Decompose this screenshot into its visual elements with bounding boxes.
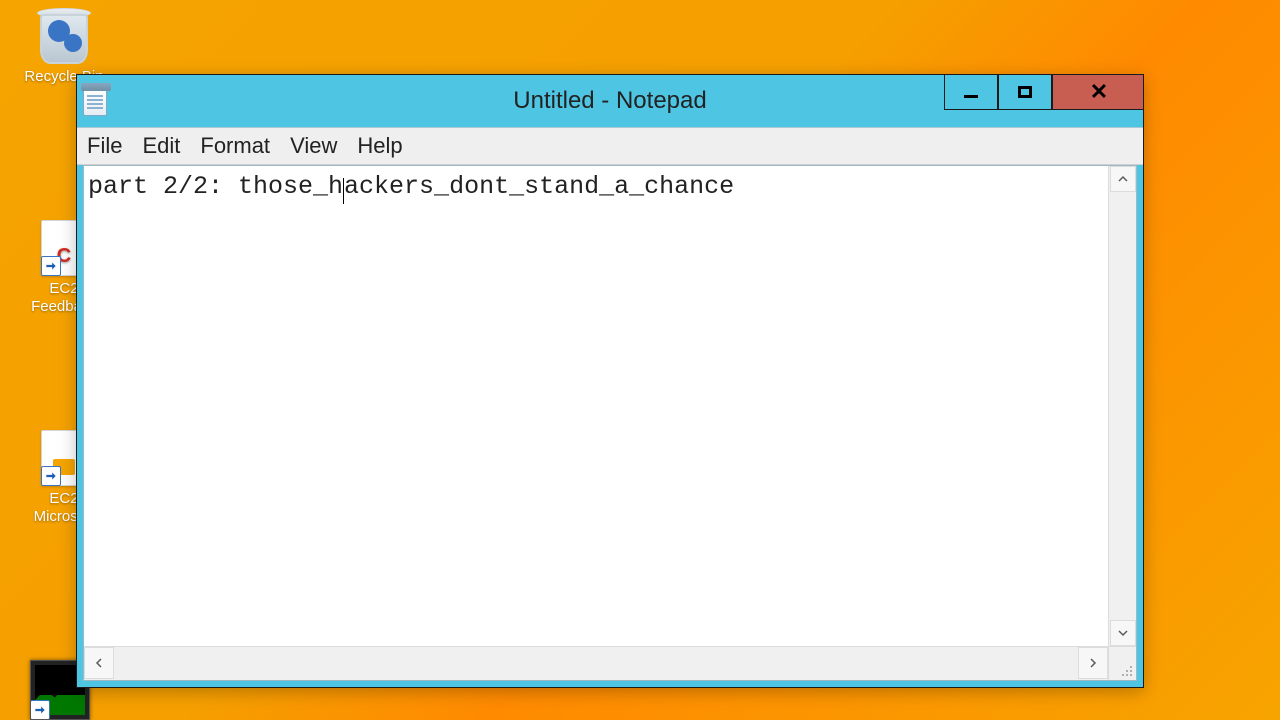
editor-text-after-caret: ackers_dont_stand_a_chance xyxy=(344,172,734,201)
menu-view[interactable]: View xyxy=(286,131,341,161)
menu-file[interactable]: File xyxy=(83,131,126,161)
maximize-icon xyxy=(1018,86,1032,98)
scroll-up-button[interactable] xyxy=(1110,166,1136,192)
titlebar[interactable]: Untitled - Notepad ✕ xyxy=(77,75,1143,127)
menu-edit[interactable]: Edit xyxy=(138,131,184,161)
close-button[interactable]: ✕ xyxy=(1052,74,1144,110)
chevron-left-icon xyxy=(94,658,104,668)
notepad-app-icon xyxy=(83,88,107,116)
minimize-icon xyxy=(964,95,978,98)
scroll-right-button[interactable] xyxy=(1078,647,1108,679)
notepad-window: Untitled - Notepad ✕ File Edit Format Vi… xyxy=(76,74,1144,688)
menubar: File Edit Format View Help xyxy=(77,127,1143,165)
chevron-right-icon xyxy=(1088,658,1098,668)
horizontal-scrollbar[interactable] xyxy=(84,646,1136,680)
desktop-background: Recycle Bin C EC2 Feedback EC2 Microsoft xyxy=(0,0,1280,720)
shortcut-arrow-icon xyxy=(41,466,61,486)
scroll-track[interactable] xyxy=(114,647,1078,680)
shortcut-arrow-icon xyxy=(41,256,61,276)
editor-text-before-caret: part 2/2: those_h xyxy=(88,172,343,201)
window-controls: ✕ xyxy=(944,74,1144,110)
shortcut-arrow-icon xyxy=(30,700,50,720)
scroll-left-button[interactable] xyxy=(84,647,114,679)
resize-grip[interactable] xyxy=(1108,647,1136,680)
chevron-down-icon xyxy=(1118,628,1128,638)
chevron-up-icon xyxy=(1118,174,1128,184)
menu-help[interactable]: Help xyxy=(353,131,406,161)
minimize-button[interactable] xyxy=(944,74,998,110)
close-icon: ✕ xyxy=(1090,79,1106,105)
menu-format[interactable]: Format xyxy=(196,131,274,161)
scroll-down-button[interactable] xyxy=(1110,620,1136,646)
maximize-button[interactable] xyxy=(998,74,1052,110)
resize-grip-icon xyxy=(1119,663,1133,677)
vertical-scrollbar[interactable] xyxy=(1108,166,1136,646)
client-area: part 2/2: those_hackers_dont_stand_a_cha… xyxy=(83,165,1137,681)
trash-icon xyxy=(40,14,88,64)
text-editor[interactable]: part 2/2: those_hackers_dont_stand_a_cha… xyxy=(84,166,1136,680)
